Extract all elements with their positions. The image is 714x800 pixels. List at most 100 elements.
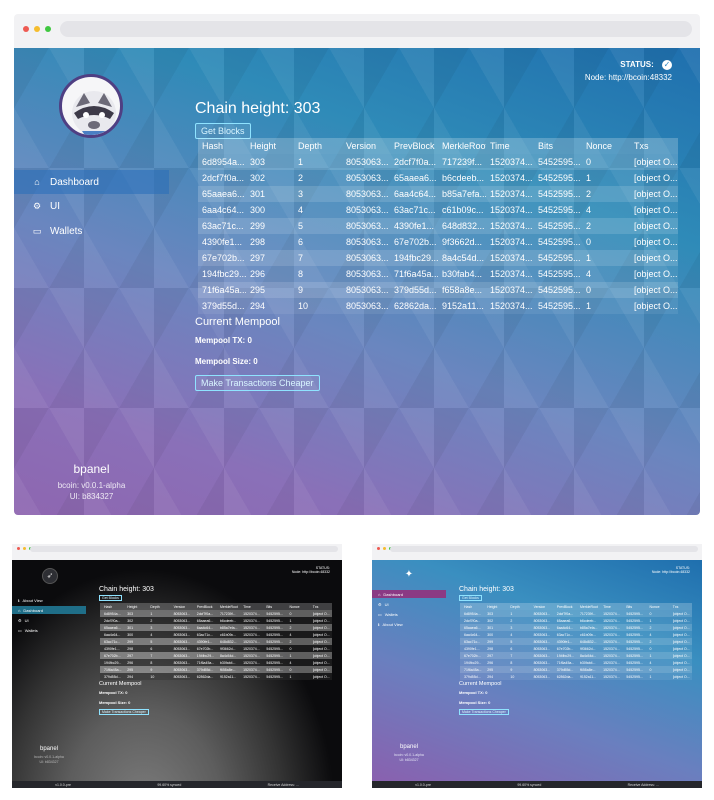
table-row[interactable]: 67e702b... 297 7 8053063... 194fbc29... 8a4c5… <box>460 652 692 659</box>
address-bar[interactable] <box>30 546 338 552</box>
table-row[interactable]: 71f6a45a... 295 9 8053063... 379d55d... f658a… <box>100 666 332 673</box>
column-header: Bits <box>534 138 582 154</box>
get-blocks-button[interactable]: Get Blocks <box>99 595 122 601</box>
table-cell: 302 <box>123 617 147 624</box>
table-row[interactable]: 6aa4c64... 300 4 8053063... 63ac71c... c61b09… <box>198 202 678 218</box>
table-row[interactable]: 4390fe1... 298 6 8053063... 67e702b... 9f3662… <box>198 234 678 250</box>
table-row[interactable]: 379d55d... 294 10 8053063... 62862da... 9152a… <box>100 673 332 680</box>
address-bar[interactable] <box>390 546 698 552</box>
sidebar-item-wallets[interactable]: ▭ Wallets <box>14 219 169 243</box>
maximize-window-icon[interactable] <box>45 26 51 32</box>
wallet-icon: ▭ <box>18 627 22 633</box>
table-row[interactable]: 65aaea6... 301 3 8053063... 6aa4c64... b85a7e… <box>460 624 692 631</box>
table-cell: 300 <box>246 202 294 218</box>
make-transactions-cheaper-button[interactable]: Make Transactions Cheaper <box>99 709 149 715</box>
table-row[interactable]: 194fbc29... 296 8 8053063... 71f6a45a... b30f… <box>460 659 692 666</box>
make-transactions-cheaper-button[interactable]: Make Transactions Cheaper <box>195 375 320 391</box>
table-row[interactable]: 65aaea6... 301 3 8053063... 6aa4c64... b85a7e… <box>100 624 332 631</box>
table-cell: [object O... <box>308 645 332 652</box>
table-row[interactable]: 63ac71c... 299 5 8053063... 4390fe1... 648d83… <box>198 218 678 234</box>
sidebar-item-dashboard[interactable]: ⌂ Dashboard <box>12 606 86 614</box>
table-cell: 0 <box>582 234 630 250</box>
node-url: Node: http://bcoin:48332 <box>651 570 690 574</box>
sidebar-item-about-view[interactable]: ℹ About View <box>12 596 86 604</box>
minimize-window-icon[interactable] <box>23 547 26 550</box>
table-row[interactable]: 6d8954a... 303 1 8053063... 2dcf7f0a... 71723… <box>460 610 692 617</box>
main-browser-window: ⌂ Dashboard ⚙ UI ▭ Wallets bpanel bcoin:… <box>14 14 700 515</box>
table-cell: 1520374... <box>599 624 623 631</box>
home-icon: ⌂ <box>378 591 381 597</box>
table-row[interactable]: 6d8954a... 303 1 8053063... 2dcf7f0a... 71723… <box>100 610 332 617</box>
table-cell: 194fbc29... <box>552 652 576 659</box>
table-cell: [object O... <box>308 631 332 638</box>
table-row[interactable]: 63ac71c... 299 5 8053063... 4390fe1... 648d83… <box>460 638 692 645</box>
sidebar-item-ui[interactable]: ⚙ UI <box>14 194 169 218</box>
table-row[interactable]: 2dcf7f0a... 302 2 8053063... 65aaea6... b6cde… <box>460 617 692 624</box>
brand-name: bpanel <box>399 744 419 750</box>
table-cell: 8053063... <box>169 610 193 617</box>
make-transactions-cheaper-button[interactable]: Make Transactions Cheaper <box>459 709 509 715</box>
table-row[interactable]: 63ac71c... 299 5 8053063... 4390fe1... 648d83… <box>100 638 332 645</box>
table-cell: [object O... <box>308 652 332 659</box>
address-bar[interactable] <box>60 21 692 37</box>
column-header: Bits <box>262 603 286 610</box>
table-cell: 6aa4c64... <box>390 186 438 202</box>
minimize-window-icon[interactable] <box>34 26 40 32</box>
table-row[interactable]: 6d8954a... 303 1 8053063... 2dcf7f0a... 71723… <box>198 154 678 170</box>
column-header: Nonce <box>285 603 309 610</box>
table-cell: 1520374... <box>599 652 623 659</box>
sidebar-item-ui[interactable]: ⚙ UI <box>372 600 446 608</box>
table-cell: 6d8954a... <box>100 610 124 617</box>
sidebar-item-wallets[interactable]: ▭ Wallets <box>372 610 446 618</box>
node-url: Node: http://bcoin:48332 <box>584 73 672 82</box>
status-bar: v1.0.0-pre 99.60% synced Receive Address… <box>372 781 702 788</box>
info-icon: ℹ <box>378 621 380 627</box>
table-row[interactable]: 6aa4c64... 300 4 8053063... 63ac71c... c61b09… <box>100 631 332 638</box>
sidebar-item-label: Wallets <box>384 611 398 617</box>
sidebar-item-about-view[interactable]: ℹ About View <box>372 620 446 628</box>
table-cell: 303 <box>123 610 147 617</box>
close-window-icon[interactable] <box>23 26 29 32</box>
dark-theme-window: ➶ ℹ About View ⌂ Dashboard ⚙ UI ▭ Wallet… <box>12 544 342 788</box>
sidebar-item-dashboard[interactable]: ⌂ Dashboard <box>372 590 446 598</box>
close-window-icon[interactable] <box>17 547 20 550</box>
table-cell: 1 <box>582 170 630 186</box>
table-cell: 63ac71c... <box>552 631 576 638</box>
table-cell: 303 <box>483 610 507 617</box>
sidebar-item-dashboard[interactable]: ⌂ Dashboard <box>14 170 169 194</box>
sidebar-item-wallets[interactable]: ▭ Wallets <box>12 626 86 634</box>
get-blocks-button[interactable]: Get Blocks <box>195 123 251 139</box>
avatar <box>59 74 123 138</box>
table-row[interactable]: 4390fe1... 298 6 8053063... 67e702b... 9f3662… <box>460 645 692 652</box>
minimize-window-icon[interactable] <box>383 547 386 550</box>
table-cell: 8053063... <box>169 631 193 638</box>
table-cell: 71f6a45a... <box>100 666 124 673</box>
table-cell: 8053063... <box>169 638 193 645</box>
table-row[interactable]: 4390fe1... 298 6 8053063... 67e702b... 9f3662… <box>100 645 332 652</box>
table-cell: 2 <box>285 624 309 631</box>
close-window-icon[interactable] <box>377 547 380 550</box>
table-row[interactable]: 2dcf7f0a... 302 2 8053063... 65aaea6... b6cde… <box>198 170 678 186</box>
column-header: Version <box>529 603 553 610</box>
column-header: Height <box>246 138 294 154</box>
table-cell: 1520374... <box>239 666 263 673</box>
table-row[interactable]: 6aa4c64... 300 4 8053063... 63ac71c... c61b09… <box>460 631 692 638</box>
table-row[interactable]: 71f6a45a... 295 9 8053063... 379d55d... f658a… <box>460 666 692 673</box>
table-cell: [object O... <box>308 610 332 617</box>
table-row[interactable]: 379d55d... 294 10 8053063... 62862da... 9152a… <box>198 298 678 314</box>
table-cell: 3 <box>506 624 530 631</box>
table-row[interactable]: 67e702b... 297 7 8053063... 194fbc29... 8a4c5… <box>198 250 678 266</box>
table-cell: 2dcf7f0a... <box>192 610 216 617</box>
table-cell: f658a8e... <box>215 666 240 673</box>
table-row[interactable]: 379d55d... 294 10 8053063... 62862da... 9152a… <box>460 673 692 680</box>
table-row[interactable]: 65aaea6... 301 3 8053063... 6aa4c64... b85a7e… <box>198 186 678 202</box>
table-row[interactable]: 194fbc29... 296 8 8053063... 71f6a45a... b30f… <box>198 266 678 282</box>
get-blocks-button[interactable]: Get Blocks <box>459 595 482 601</box>
sidebar-item-ui[interactable]: ⚙ UI <box>12 616 86 624</box>
table-cell: 8053063... <box>529 610 553 617</box>
table-row[interactable]: 71f6a45a... 295 9 8053063... 379d55d... f658a… <box>198 282 678 298</box>
table-row[interactable]: 2dcf7f0a... 302 2 8053063... 65aaea6... b6cde… <box>100 617 332 624</box>
table-cell: 1520374... <box>239 631 263 638</box>
table-row[interactable]: 67e702b... 297 7 8053063... 194fbc29... 8a4c5… <box>100 652 332 659</box>
table-row[interactable]: 194fbc29... 296 8 8053063... 71f6a45a... b30f… <box>100 659 332 666</box>
